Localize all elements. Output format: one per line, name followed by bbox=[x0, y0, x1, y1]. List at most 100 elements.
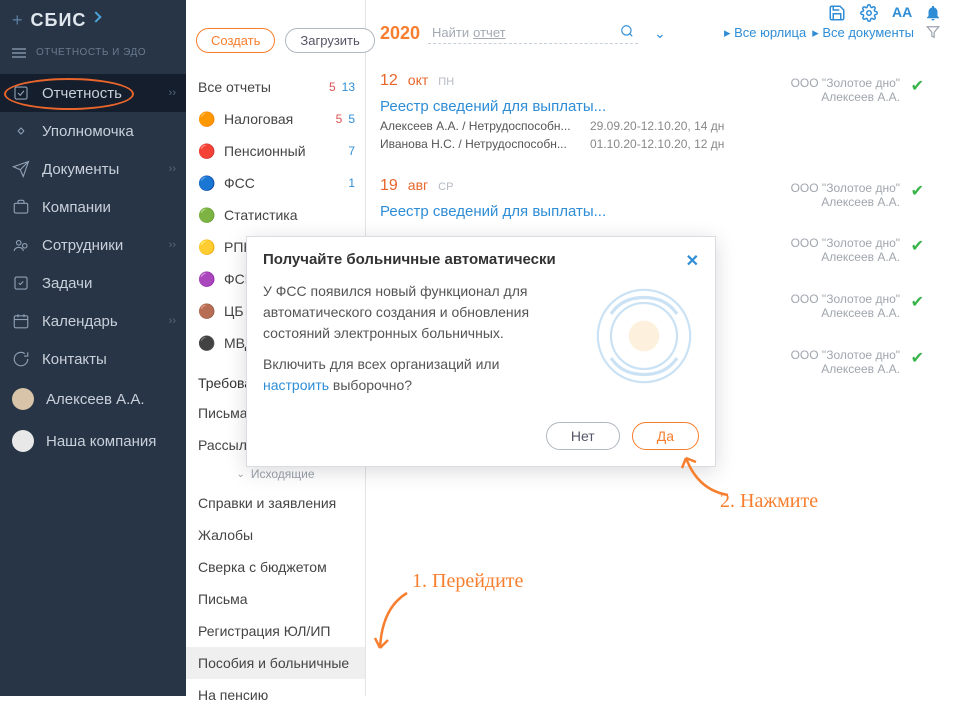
nav-label: Отчетность bbox=[42, 85, 122, 102]
nav-item-7[interactable]: Контакты bbox=[0, 340, 186, 378]
chevron-right-icon: ›› bbox=[169, 163, 176, 175]
org-block: ООО "Золотое дно"Алексеев А.А. bbox=[791, 236, 900, 264]
nav-icon bbox=[12, 198, 30, 216]
avatar-icon bbox=[12, 388, 34, 410]
create-button[interactable]: Создать bbox=[196, 28, 275, 53]
doc-group[interactable]: 12октПНРеестр сведений для выплаты...Але… bbox=[380, 58, 940, 163]
nav-item-1[interactable]: Уполномочка bbox=[0, 112, 186, 150]
category-label: Налоговая bbox=[224, 111, 293, 127]
nav-icon bbox=[12, 122, 30, 140]
check-icon: ✔ bbox=[911, 292, 924, 312]
search-input[interactable]: Найти отчет bbox=[428, 22, 638, 44]
category-label: ФСС bbox=[224, 175, 255, 191]
chevron-right-icon: ›› bbox=[169, 239, 176, 251]
category-icon: 🟤 bbox=[198, 303, 214, 319]
doc-group[interactable]: 19авгСРРеестр сведений для выплаты...ООО… bbox=[380, 163, 940, 232]
modal-text-1: У ФСС появился новый функционал для авто… bbox=[263, 281, 563, 344]
modal-title: Получайте больничные автоматически bbox=[263, 251, 556, 271]
plus-icon[interactable]: + bbox=[12, 10, 23, 31]
check-icon: ✔ bbox=[911, 181, 924, 201]
dropdown-icon[interactable]: ⌄ bbox=[654, 25, 666, 42]
nav-icon bbox=[12, 160, 30, 178]
section-item[interactable]: На пенсию bbox=[186, 679, 365, 711]
modal-yes-button[interactable]: Да bbox=[632, 422, 699, 450]
category-icon: 🟠 bbox=[198, 111, 214, 127]
category-icon: 🔴 bbox=[198, 143, 214, 159]
save-icon[interactable] bbox=[828, 4, 846, 22]
section-item[interactable]: Справки и заявления bbox=[186, 487, 365, 519]
logo: СБИС bbox=[31, 10, 87, 31]
hamburger-icon[interactable] bbox=[12, 48, 26, 58]
category-label: ЦБ bbox=[224, 303, 244, 319]
category-icon: 🟣 bbox=[198, 271, 214, 287]
check-icon: ✔ bbox=[911, 236, 924, 256]
avatar-icon bbox=[12, 430, 34, 452]
nav-label: Уполномочка bbox=[42, 123, 134, 140]
category-label: Статистика bbox=[224, 207, 298, 223]
section-item[interactable]: Сверка с бюджетом bbox=[186, 551, 365, 583]
nav-label: Компании bbox=[42, 199, 111, 216]
category-icon: ⚫ bbox=[198, 335, 214, 351]
funnel-icon[interactable] bbox=[926, 25, 940, 42]
category-icon: 🟡 bbox=[198, 239, 214, 255]
category-item[interactable]: Все отчеты513 bbox=[186, 71, 365, 103]
logo-arrow-icon bbox=[91, 11, 102, 22]
category-item[interactable]: 🔵ФСС1 bbox=[186, 167, 365, 199]
font-icon[interactable]: AA bbox=[892, 4, 910, 22]
category-label: Все отчеты bbox=[198, 79, 271, 95]
nav-label: Наша компания bbox=[46, 433, 156, 450]
search-icon[interactable] bbox=[620, 24, 634, 41]
section-item[interactable]: Регистрация ЮЛ/ИП bbox=[186, 615, 365, 647]
filter-docs[interactable]: ▸ Все документы bbox=[812, 25, 914, 41]
nav-label: Контакты bbox=[42, 351, 107, 368]
category-icon: 🔵 bbox=[198, 175, 214, 191]
nav-item-5[interactable]: Задачи bbox=[0, 264, 186, 302]
category-icon: 🟢 bbox=[198, 207, 214, 223]
category-item[interactable]: 🟠Налоговая55 bbox=[186, 103, 365, 135]
org-block: ООО "Золотое дно"Алексеев А.А. bbox=[791, 292, 900, 320]
nav-icon bbox=[12, 236, 30, 254]
org-block: ООО "Золотое дно"Алексеев А.А. bbox=[791, 348, 900, 376]
nav-label: Задачи bbox=[42, 275, 92, 292]
nav-icon bbox=[12, 350, 30, 368]
nav-label: Сотрудники bbox=[42, 237, 123, 254]
gear-icon[interactable] bbox=[860, 4, 878, 22]
doc-line: Иванова Н.С. / Нетрудоспособн...01.10.20… bbox=[380, 135, 940, 153]
nav-label: Календарь bbox=[42, 313, 118, 330]
section-item[interactable]: Жалобы bbox=[186, 519, 365, 551]
filter-orgs[interactable]: ▸ Все юрлица bbox=[724, 25, 806, 41]
nav-item-3[interactable]: Компании bbox=[0, 188, 186, 226]
category-item[interactable]: 🔴Пенсионный7 bbox=[186, 135, 365, 167]
nav-item-8[interactable]: Алексеев А.А. bbox=[0, 378, 186, 420]
nav-item-9[interactable]: Наша компания bbox=[0, 420, 186, 462]
upload-button[interactable]: Загрузить bbox=[285, 28, 374, 53]
nav-item-2[interactable]: Документы ›› bbox=[0, 150, 186, 188]
nav-icon bbox=[12, 84, 30, 102]
year-label[interactable]: 2020 bbox=[380, 23, 420, 44]
org-block: ООО "Золотое дно"Алексеев А.А. bbox=[791, 76, 900, 104]
modal-text-2: Включить для всех организаций или настро… bbox=[263, 354, 563, 396]
close-icon[interactable]: ✕ bbox=[686, 251, 699, 271]
section-item[interactable]: Письма bbox=[186, 583, 365, 615]
bell-icon[interactable] bbox=[924, 4, 942, 22]
modal-no-button[interactable]: Нет bbox=[546, 422, 620, 450]
nav-label: Алексеев А.А. bbox=[46, 391, 145, 408]
check-icon: ✔ bbox=[911, 348, 924, 368]
nav-item-4[interactable]: Сотрудники ›› bbox=[0, 226, 186, 264]
check-icon: ✔ bbox=[911, 76, 924, 96]
nav-icon bbox=[12, 312, 30, 330]
modal-dialog: Получайте больничные автоматически ✕ У Ф… bbox=[246, 236, 716, 467]
nav-item-6[interactable]: Календарь ›› bbox=[0, 302, 186, 340]
nav-label: Документы bbox=[42, 161, 119, 178]
subtitle: ОТЧЕТНОСТЬ И ЭДО bbox=[36, 47, 146, 58]
section-item[interactable]: Пособия и больничные bbox=[186, 647, 365, 679]
chevron-right-icon: ›› bbox=[169, 315, 176, 327]
modal-link[interactable]: настроить bbox=[263, 377, 329, 393]
category-label: Пенсионный bbox=[224, 143, 306, 159]
nav-item-0[interactable]: Отчетность ›› bbox=[0, 74, 186, 112]
nav-icon bbox=[12, 274, 30, 292]
org-block: ООО "Золотое дно"Алексеев А.А. bbox=[791, 181, 900, 209]
doc-line: Алексеев А.А. / Нетрудоспособн...29.09.2… bbox=[380, 117, 940, 135]
category-item[interactable]: 🟢 Статистика bbox=[186, 199, 365, 231]
chevron-right-icon: ›› bbox=[169, 87, 176, 99]
